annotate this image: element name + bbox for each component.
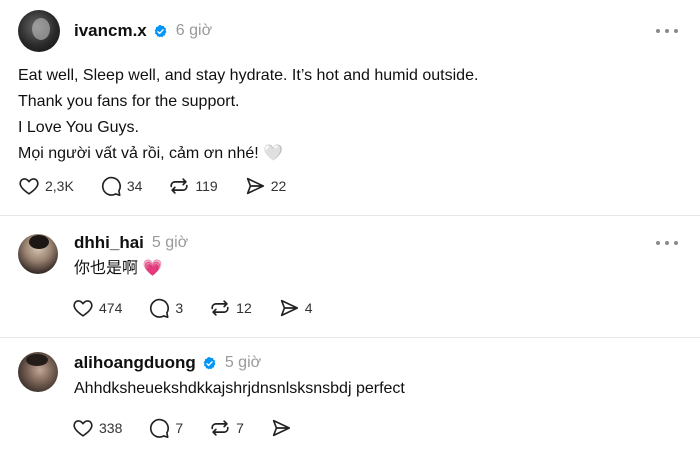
share-count: 4 [304, 300, 313, 316]
post-1: ivancm.x 6 giờ Eat well, Sleep well, and… [0, 0, 700, 215]
send-icon [272, 419, 291, 437]
like-count: 474 [99, 300, 123, 316]
repost-icon [170, 178, 189, 194]
send-icon [280, 299, 298, 317]
like-button[interactable]: 338 [72, 417, 122, 439]
reply-count: 34 [126, 178, 143, 194]
post-text: 你也是啊 💗 [74, 256, 162, 282]
more-options-icon[interactable] [656, 240, 678, 246]
username[interactable]: dhhi_hai [74, 233, 144, 253]
username[interactable]: ivancm.x [74, 21, 147, 41]
share-button[interactable]: 4 [278, 297, 313, 319]
post-text-line: Eat well, Sleep well, and stay hydrate. … [18, 67, 479, 84]
share-button[interactable] [270, 417, 292, 439]
post-2: dhhi_hai 5 giờ 你也是啊 💗 474 3 12 4 [0, 216, 700, 336]
action-bar: 474 3 12 4 [72, 297, 339, 319]
reply-button[interactable]: 3 [148, 297, 183, 319]
heart-icon [19, 178, 39, 195]
comment-icon [150, 298, 170, 318]
post-text: Ahhdksheuekshdkkajshrjdnsnlsksnsbdj perf… [74, 376, 405, 402]
like-button[interactable]: 2,3K [18, 175, 74, 197]
like-count: 338 [99, 420, 123, 436]
share-button[interactable]: 22 [244, 175, 287, 197]
avatar[interactable] [18, 10, 60, 52]
post-text-line: Thank you fans for the support. [18, 93, 240, 110]
post-text-line: Ahhdksheuekshdkkajshrjdnsnlsksnsbdj perf… [74, 380, 405, 397]
verified-badge-icon [154, 24, 167, 37]
more-options-icon[interactable] [656, 28, 678, 34]
comment-icon [101, 176, 121, 196]
repost-count: 119 [195, 178, 218, 194]
repost-icon [211, 300, 229, 316]
avatar[interactable] [18, 234, 58, 274]
action-bar: 2,3K 34 119 22 [18, 175, 312, 197]
username[interactable]: alihoangduong [74, 353, 196, 373]
reply-button[interactable]: 34 [100, 175, 143, 197]
timestamp: 5 giờ [151, 234, 189, 251]
post-text-line: 你也是啊 💗 [74, 260, 163, 277]
send-icon [246, 177, 264, 195]
timestamp: 5 giờ [224, 354, 262, 371]
heart-icon [73, 420, 93, 437]
action-bar: 338 7 7 [72, 417, 318, 439]
comment-icon [150, 418, 170, 438]
repost-count: 12 [236, 300, 252, 316]
post-text: Eat well, Sleep well, and stay hydrate. … [18, 63, 478, 167]
reply-button[interactable]: 7 [148, 417, 183, 439]
repost-count: 7 [236, 420, 244, 436]
like-count: 2,3K [45, 178, 74, 194]
post-text-line: I Love You Guys. [18, 119, 139, 136]
like-button[interactable]: 474 [72, 297, 122, 319]
reply-count: 3 [175, 300, 184, 316]
post-3: alihoangduong 5 giờ Ahhdksheuekshdkkajsh… [0, 338, 700, 453]
repost-button[interactable]: 119 [168, 175, 218, 197]
repost-icon [211, 420, 229, 436]
repost-button[interactable]: 7 [209, 417, 244, 439]
heart-icon [73, 300, 93, 317]
reply-count: 7 [175, 420, 184, 436]
verified-badge-icon [203, 356, 216, 369]
repost-button[interactable]: 12 [209, 297, 252, 319]
post-text-line: Mọi người vất vả rồi, cảm ơn nhé! 🤍 [18, 145, 284, 162]
timestamp: 6 giờ [175, 22, 213, 39]
share-count: 22 [270, 178, 287, 194]
avatar[interactable] [18, 352, 58, 392]
